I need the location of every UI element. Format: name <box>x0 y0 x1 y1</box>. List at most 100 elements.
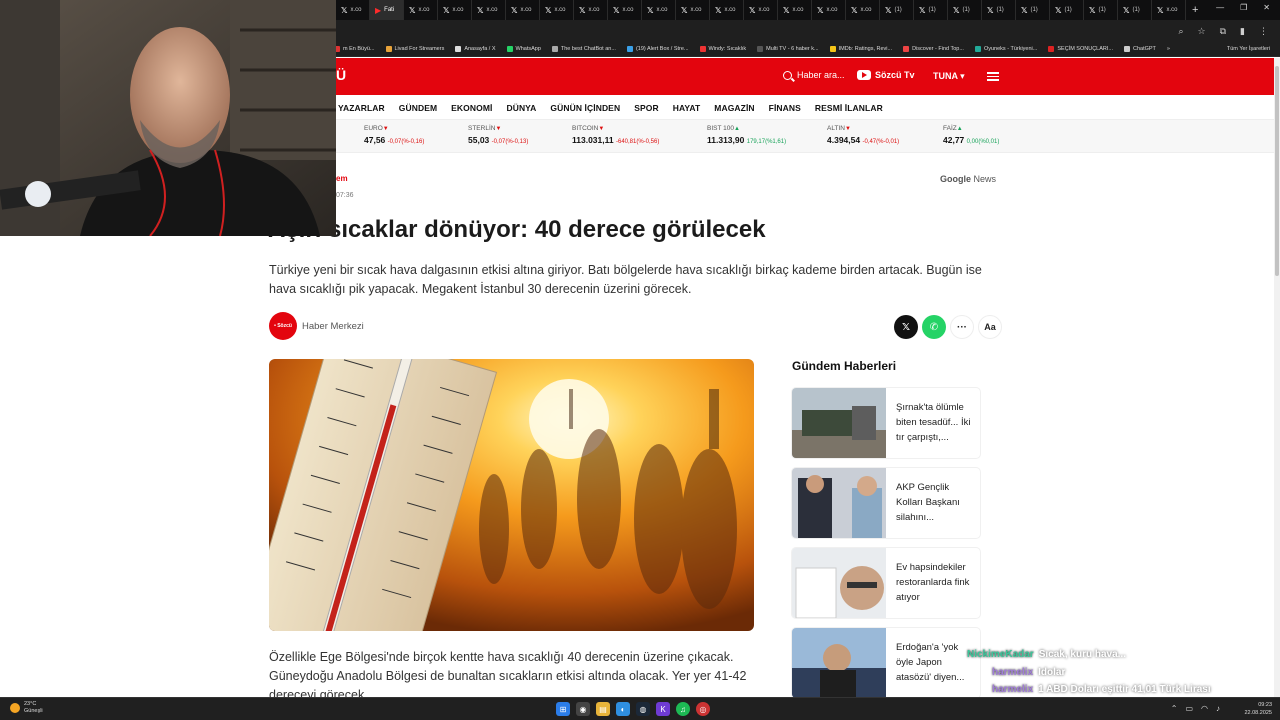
zoom-icon[interactable]: ⌕ <box>1178 26 1183 37</box>
all-bookmarks-link[interactable]: Tüm Yer İşaretleri <box>1227 46 1270 52</box>
bookmark-item[interactable]: Windy: Sıcaklık <box>699 46 746 52</box>
ticker-item[interactable]: STERLİN▼ 55,03 -0,07(%-0,13) <box>468 125 528 145</box>
bookmark-item[interactable]: (19) Alert Box / Stre... <box>626 46 689 52</box>
network-icon[interactable]: ▭ <box>1185 704 1193 713</box>
sidebar-news-item[interactable]: Ev hapsindekiler restoranlarda fink atıy… <box>792 548 980 618</box>
browser-tab[interactable]: 𝕏x.co <box>472 0 506 20</box>
chrome-icon[interactable]: ◎ <box>696 702 710 716</box>
browser-tab[interactable]: 𝕏x.co <box>336 0 370 20</box>
close-icon[interactable]: ✕ <box>1263 3 1270 12</box>
sidebar-news-item[interactable]: Erdoğan'a 'yok öyle Japon atasözü' diyen… <box>792 628 980 698</box>
nav-item[interactable]: GÜNÜN İÇİNDEN <box>550 103 620 113</box>
browser-tab[interactable]: 𝕏 (1) <box>1016 0 1050 20</box>
spotify-icon[interactable]: ♫ <box>676 702 690 716</box>
browser-tab[interactable]: 𝕏 (1) <box>1118 0 1152 20</box>
browser-tab[interactable]: 𝕏x.co <box>540 0 574 20</box>
nav-item[interactable]: HAYAT <box>673 103 701 113</box>
scrollbar-thumb[interactable] <box>1275 66 1279 276</box>
sidebar-news-item[interactable]: AKP Gençlik Kolları Başkanı silahını... <box>792 468 980 538</box>
ticker-item[interactable]: EURO▼ 47,56 -0,07(%-0,16) <box>364 125 424 145</box>
article-category[interactable]: em <box>336 174 348 183</box>
nav-item[interactable]: RESMİ İLANLAR <box>815 103 883 113</box>
hamburger-menu-icon[interactable] <box>987 72 999 81</box>
browser-tab[interactable]: 𝕏 (1) <box>948 0 982 20</box>
new-tab-button[interactable]: + <box>1192 4 1198 16</box>
browser-tab[interactable]: 𝕏x.co <box>642 0 676 20</box>
browser-tab[interactable]: 𝕏 (1) <box>1084 0 1118 20</box>
browser-tab[interactable]: 𝕏x.co <box>812 0 846 20</box>
kick-icon[interactable]: K <box>656 702 670 716</box>
steam-icon[interactable]: ◍ <box>636 702 650 716</box>
start-icon[interactable]: ⊞ <box>556 702 570 716</box>
nav-item[interactable]: DÜNYA <box>506 103 536 113</box>
bookmark-item[interactable]: SEÇİM SONUÇLARI... <box>1048 46 1113 52</box>
nav-item[interactable]: YAZARLAR <box>338 103 385 113</box>
bookmark-item[interactable]: Livad For Streamers <box>385 46 444 52</box>
page-scrollbar[interactable] <box>1274 58 1280 698</box>
site-logo[interactable]: Ü <box>336 67 346 83</box>
minimize-icon[interactable]: — <box>1216 3 1224 12</box>
bookmark-item[interactable]: IMDb: Ratings, Revi... <box>829 46 892 52</box>
bookmark-item[interactable]: WhatsApp <box>506 46 541 52</box>
profile-icon[interactable]: ▮ <box>1240 26 1245 37</box>
browser-tab[interactable]: 𝕏x.co <box>676 0 710 20</box>
nav-item[interactable]: GÜNDEM <box>399 103 437 113</box>
browser-tab[interactable]: 𝕏 (1) <box>914 0 948 20</box>
browser-menu-icon[interactable]: ⋮ <box>1259 26 1268 37</box>
ticker-item[interactable]: BITCOIN▼ 113.031,11 -640,81(%-0,56) <box>572 125 659 145</box>
user-menu-button[interactable]: TUNA ▾ <box>933 71 965 82</box>
browser-tab[interactable]: 𝕏x.co <box>710 0 744 20</box>
sidebar-news-item[interactable]: Şırnak'ta ölümle biten tesadüf... İki tı… <box>792 388 980 458</box>
google-news-link[interactable]: Google News <box>940 174 996 184</box>
browser-tab[interactable]: 𝕏x.co <box>506 0 540 20</box>
bookmarks-overflow[interactable]: » <box>1167 46 1170 52</box>
browser-tab[interactable]: 𝕏x.co <box>404 0 438 20</box>
browser-tab[interactable]: 𝕏x.co <box>438 0 472 20</box>
more-options-icon[interactable]: ··· <box>950 315 974 339</box>
font-size-icon[interactable]: Aa <box>978 315 1002 339</box>
file-explorer-icon[interactable]: ▤ <box>596 702 610 716</box>
restore-icon[interactable]: ❐ <box>1240 3 1247 12</box>
browser-tab[interactable]: 𝕏x.co <box>608 0 642 20</box>
ticker-item[interactable]: ALTIN▼ 4.394,54 -0,47(%-0,01) <box>827 125 899 145</box>
browser-tab[interactable]: 𝕏 (1) <box>982 0 1016 20</box>
weather-widget[interactable]: 23°C Güneşli <box>10 701 43 715</box>
ticker-item[interactable]: BIST 100▲ 11.313,90 179,17(%1,61) <box>707 125 786 145</box>
share-x-icon[interactable]: 𝕏 <box>894 315 918 339</box>
ticker-item[interactable]: FAİZ▲ 42,77 0,00(%0,01) <box>943 125 999 145</box>
ticker-name: FAİZ <box>943 125 957 132</box>
browser-tab[interactable]: 𝕏 (1) <box>1050 0 1084 20</box>
share-whatsapp-icon[interactable]: ✆ <box>922 315 946 339</box>
tray-chevron-icon[interactable]: ⌃ <box>1171 704 1178 713</box>
extensions-icon[interactable]: ⧉ <box>1220 26 1226 37</box>
ticker-name: EURO <box>364 125 383 132</box>
browser-tab[interactable]: ▶ Fati <box>370 0 404 20</box>
bookmark-item[interactable]: Multi TV - 6 haber k... <box>757 46 819 52</box>
wifi-icon[interactable]: ◠ <box>1201 704 1208 713</box>
nav-item[interactable]: SPOR <box>634 103 659 113</box>
clock[interactable]: 09:23 22.08.2025 <box>1244 701 1272 717</box>
ticker-value-row: 113.031,11 -640,81(%-0,56) <box>572 135 659 145</box>
bookmark-item[interactable]: The best ChatBot an... <box>551 46 616 52</box>
bookmark-item[interactable]: Anasayfa / X <box>455 46 496 52</box>
volume-icon[interactable]: ♪ <box>1216 704 1220 713</box>
browser-tab[interactable]: 𝕏x.co <box>744 0 778 20</box>
author-block[interactable]: • Sözcü Haber Merkezi <box>269 312 364 340</box>
edge-icon[interactable]: ◐ <box>616 702 630 716</box>
browser-tab[interactable]: 𝕏x.co <box>778 0 812 20</box>
search-box[interactable]: Haber ara... <box>783 70 845 80</box>
bookmark-item[interactable]: m En Büyü... <box>334 46 375 52</box>
nav-item[interactable]: EKONOMİ <box>451 103 492 113</box>
browser-tab[interactable]: 𝕏x.co <box>846 0 880 20</box>
nav-item[interactable]: MAGAZİN <box>714 103 754 113</box>
sozcu-tv-button[interactable]: Sözcü Tv <box>857 70 915 80</box>
bookmark-item[interactable]: ChatGPT <box>1123 46 1156 52</box>
browser-tab[interactable]: 𝕏 (1) <box>880 0 914 20</box>
browser-tab[interactable]: 𝕏x.co <box>574 0 608 20</box>
bookmark-star-icon[interactable]: ☆ <box>1198 26 1206 37</box>
search-taskbar-icon[interactable]: ◉ <box>576 702 590 716</box>
nav-item[interactable]: FİNANS <box>769 103 801 113</box>
bookmark-item[interactable]: Discover - Find Top... <box>903 46 964 52</box>
browser-tab[interactable]: 𝕏x.co <box>1152 0 1186 20</box>
bookmark-item[interactable]: Oyuneks - Türkiyeni... <box>974 46 1037 52</box>
